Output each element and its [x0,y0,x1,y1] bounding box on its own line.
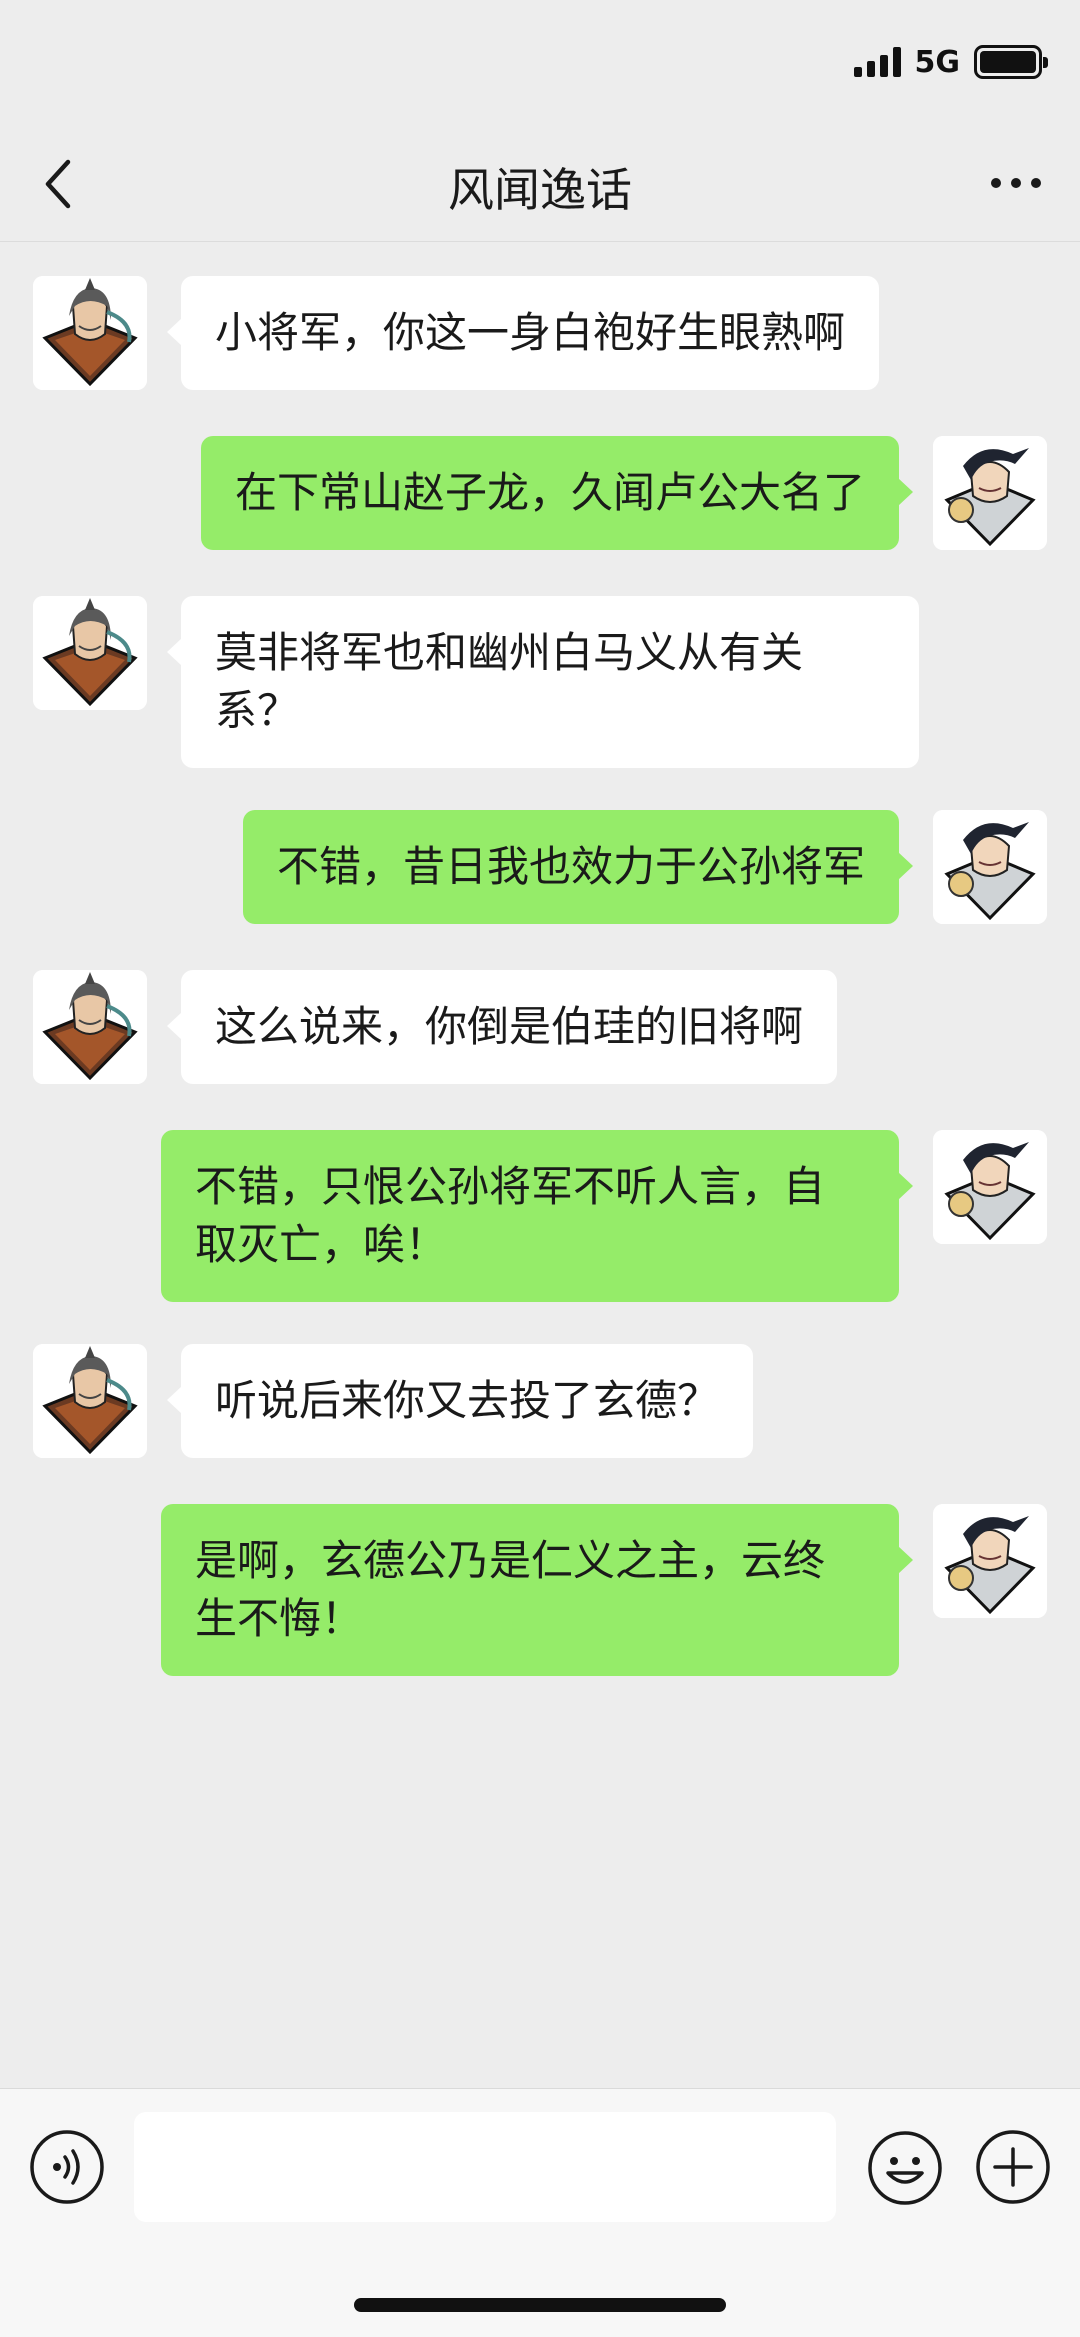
message-bubble[interactable]: 这么说来，你倒是伯珪的旧将啊 [166,970,838,1084]
more-button[interactable] [986,158,1046,208]
avatar-elder[interactable] [33,596,147,710]
portrait-elder-icon [33,276,147,390]
chat-list[interactable]: 小将军，你这一身白袍好生眼熟啊 在下常山赵子龙，久闻卢公大名了 莫非将军也和幽州… [0,242,1080,2082]
home-indicator[interactable] [354,2298,726,2312]
portrait-young-general-icon [933,810,1047,924]
avatar-zhaoyun[interactable] [933,1504,1047,1618]
portrait-young-general-icon [933,436,1047,550]
avatar-zhaoyun[interactable] [933,1130,1047,1244]
voice-button[interactable] [29,2129,105,2205]
more-functions-button[interactable] [975,2129,1051,2205]
avatar-zhaoyun[interactable] [933,436,1047,550]
message-bubble[interactable]: 听说后来你又去投了玄德？ [166,1344,754,1458]
emoji-button[interactable] [866,2129,944,2207]
portrait-elder-icon [33,1344,147,1458]
emoji-icon [868,2131,942,2205]
avatar-elder[interactable] [33,276,147,390]
more-icon [991,178,1041,188]
network-type: 5G [914,44,961,80]
portrait-young-general-icon [933,1130,1047,1244]
message-bubble[interactable]: 不错，昔日我也效力于公孙将军 [242,810,914,924]
portrait-elder-icon [33,970,147,1084]
portrait-elder-icon [33,596,147,710]
message-bubble[interactable]: 不错，只恨公孙将军不听人言，自取灭亡，唉！ [161,1130,913,1302]
message-bubble[interactable]: 小将军，你这一身白袍好生眼熟啊 [166,276,880,390]
avatar-zhaoyun[interactable] [933,810,1047,924]
nav-bar: 风闻逸话 [0,120,1080,242]
status-bar: 5G [0,0,1080,120]
voice-icon [30,2130,104,2204]
signal-icon [853,47,901,77]
battery-icon [974,45,1048,79]
status-indicators: 5G [853,42,1048,82]
plus-icon [976,2130,1050,2204]
message-bubble[interactable]: 莫非将军也和幽州白马义从有关系？ [167,596,919,768]
page-title: 风闻逸话 [448,163,632,217]
portrait-young-general-icon [933,1504,1047,1618]
message-input[interactable] [134,2112,836,2222]
avatar-elder[interactable] [33,970,147,1084]
avatar-elder[interactable] [33,1344,147,1458]
message-bubble[interactable]: 是啊，玄德公乃是仁义之主，云终生不悔！ [161,1504,913,1676]
message-bubble[interactable]: 在下常山赵子龙，久闻卢公大名了 [200,436,914,550]
